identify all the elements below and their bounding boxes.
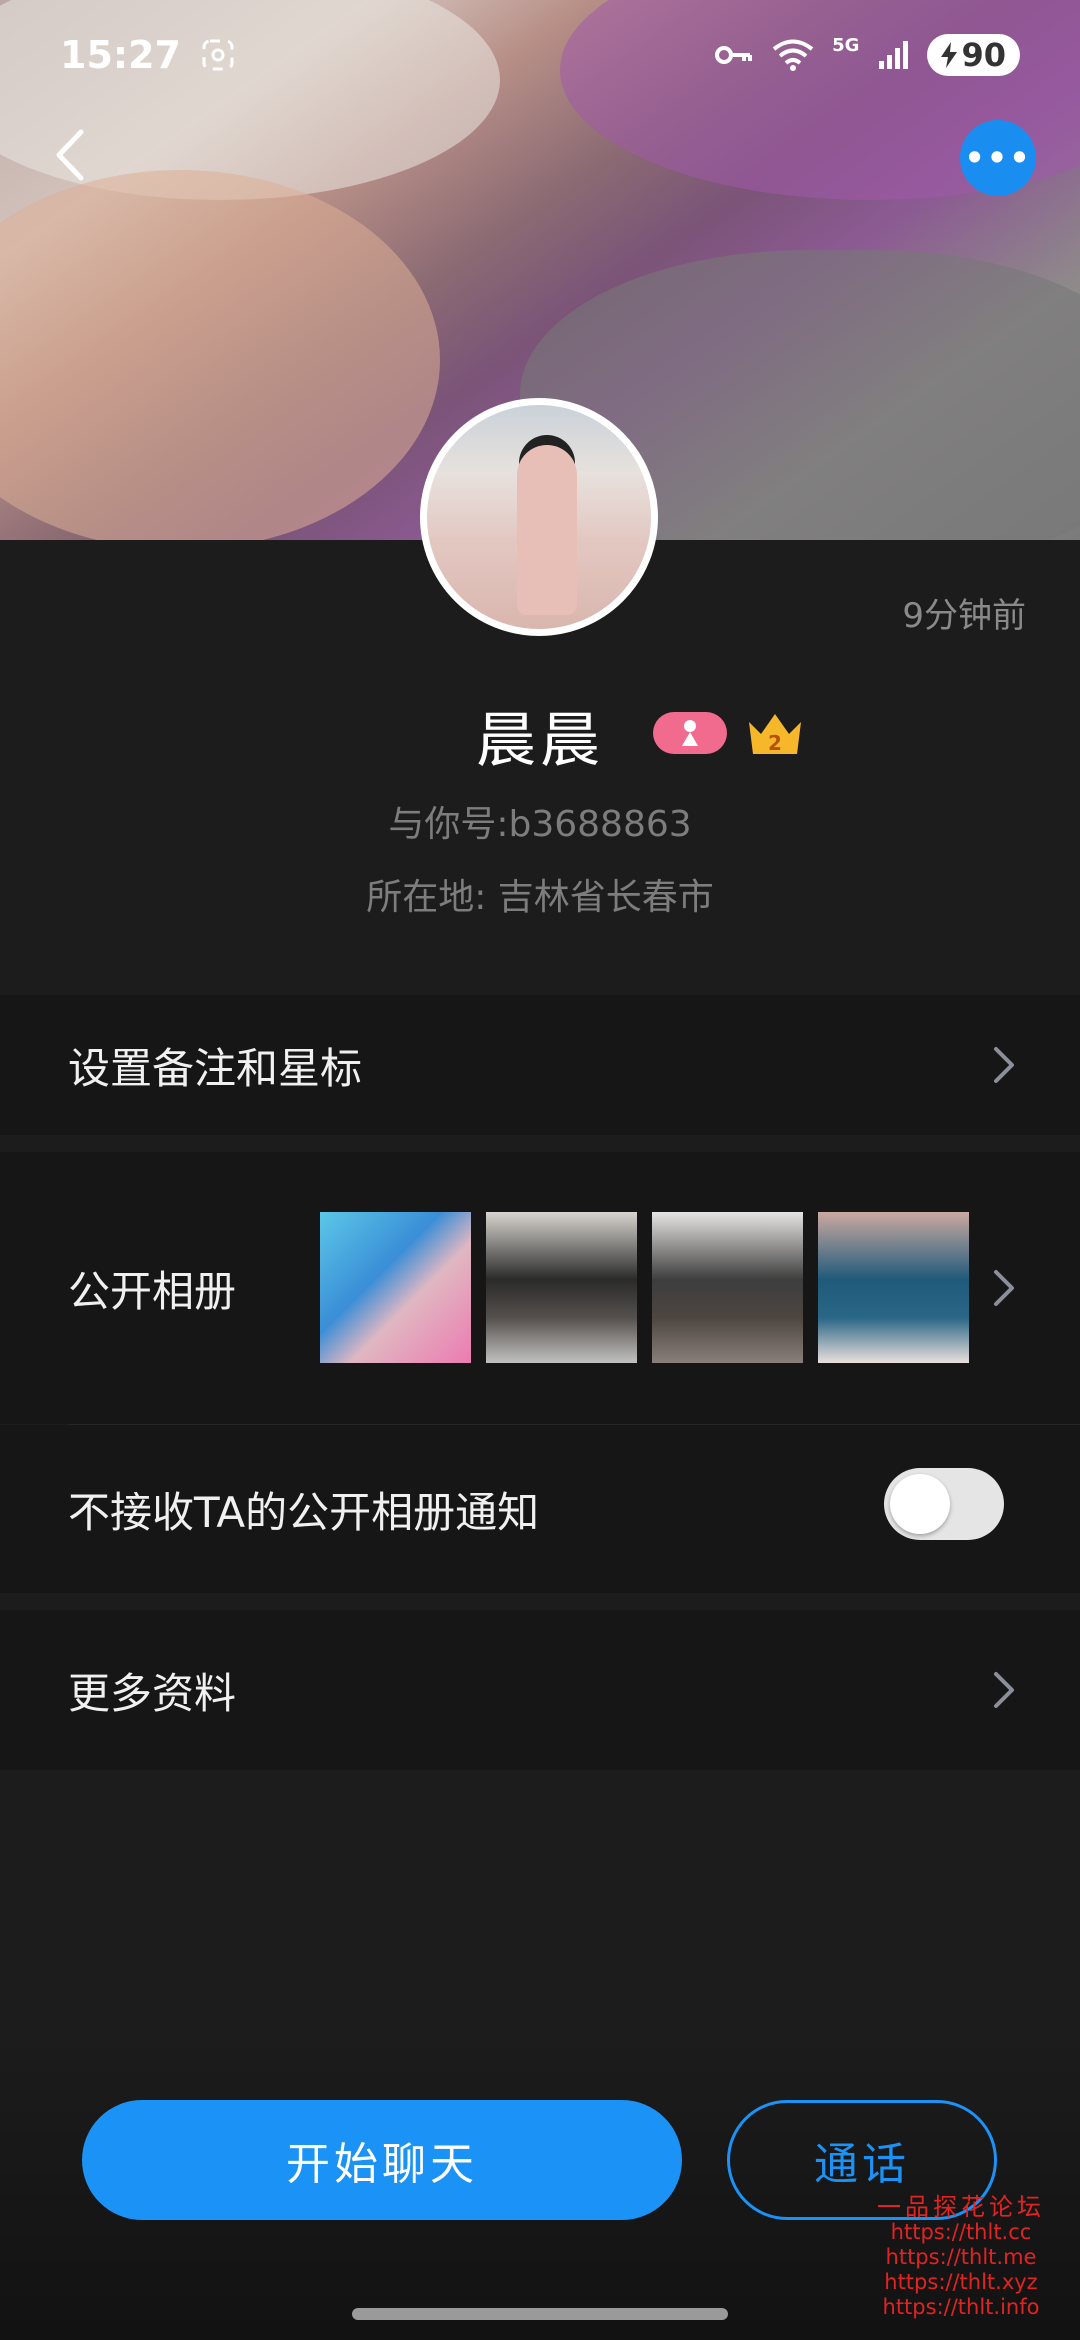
album-notification-toggle[interactable] (884, 1468, 1004, 1540)
album-thumbnail[interactable] (652, 1212, 803, 1363)
album-thumbnail[interactable] (320, 1212, 471, 1363)
album-thumbnails (320, 1212, 969, 1363)
chevron-right-icon (994, 1270, 1014, 1306)
more-dots-icon: ••• (964, 139, 1032, 177)
status-right-group: 5G 90 (714, 34, 1020, 76)
set-remark-row[interactable]: 设置备注和星标 (0, 995, 1080, 1135)
watermark-url: https://thlt.me (885, 2245, 1037, 2269)
profile-name-row: 晨晨 (0, 695, 1080, 776)
key-icon (715, 46, 753, 64)
toggle-knob (890, 1474, 950, 1534)
public-album-label: 公开相册 (68, 1266, 237, 1316)
battery-level: 90 (961, 36, 1006, 74)
battery-icon: 90 (927, 34, 1020, 76)
start-chat-button[interactable]: 开始聊天 (82, 2100, 682, 2220)
more-options-button[interactable]: ••• (960, 120, 1036, 196)
signal-icon (879, 41, 909, 69)
set-remark-label: 设置备注和星标 (68, 1043, 363, 1093)
last-active-time: 9分钟前 (902, 596, 1026, 636)
more-info-row[interactable]: 更多资料 (0, 1610, 1080, 1770)
chevron-left-icon (56, 129, 84, 181)
network-type: 5G (832, 34, 860, 56)
status-time: 15:27 (60, 33, 181, 77)
status-time-group: 15:27 (60, 33, 235, 77)
user-id: 与你号:b3688863 (388, 804, 692, 845)
home-indicator[interactable] (352, 2308, 728, 2320)
vip-level: 2 (768, 731, 782, 755)
back-button[interactable] (40, 125, 100, 185)
album-thumbnail[interactable] (818, 1212, 969, 1363)
watermark-url: https://thlt.xyz (884, 2270, 1038, 2294)
chevron-right-icon (994, 1047, 1014, 1083)
watermark-url: https://thlt.info (882, 2295, 1040, 2319)
chevron-right-icon (994, 1672, 1014, 1708)
watermark: 一品探花论坛 https://thlt.cc https://thlt.me h… (852, 2195, 1070, 2320)
charging-icon (941, 42, 958, 68)
avatar[interactable] (420, 398, 658, 636)
watermark-url: https://thlt.cc (890, 2220, 1032, 2244)
album-thumbnail[interactable] (486, 1212, 637, 1363)
status-bar: 15:27 5G 90 (0, 0, 1080, 110)
watermark-title: 一品探花论坛 (877, 2193, 1045, 2221)
screenshot-icon (202, 39, 234, 71)
avatar-figure (517, 445, 577, 615)
wifi-icon (772, 39, 814, 71)
female-gender-badge (653, 712, 727, 754)
user-location: 所在地: 吉林省长春市 (366, 877, 714, 918)
crown-icon: 2 (749, 714, 801, 755)
female-icon (682, 720, 698, 746)
vip-crown-badge: 2 (745, 708, 805, 758)
divider (68, 1424, 1080, 1425)
profile-name: 晨晨 (476, 705, 604, 776)
cover-shape (0, 170, 440, 540)
more-info-label: 更多资料 (68, 1668, 237, 1718)
album-notification-label: 不接收TA的公开相册通知 (68, 1487, 540, 1537)
